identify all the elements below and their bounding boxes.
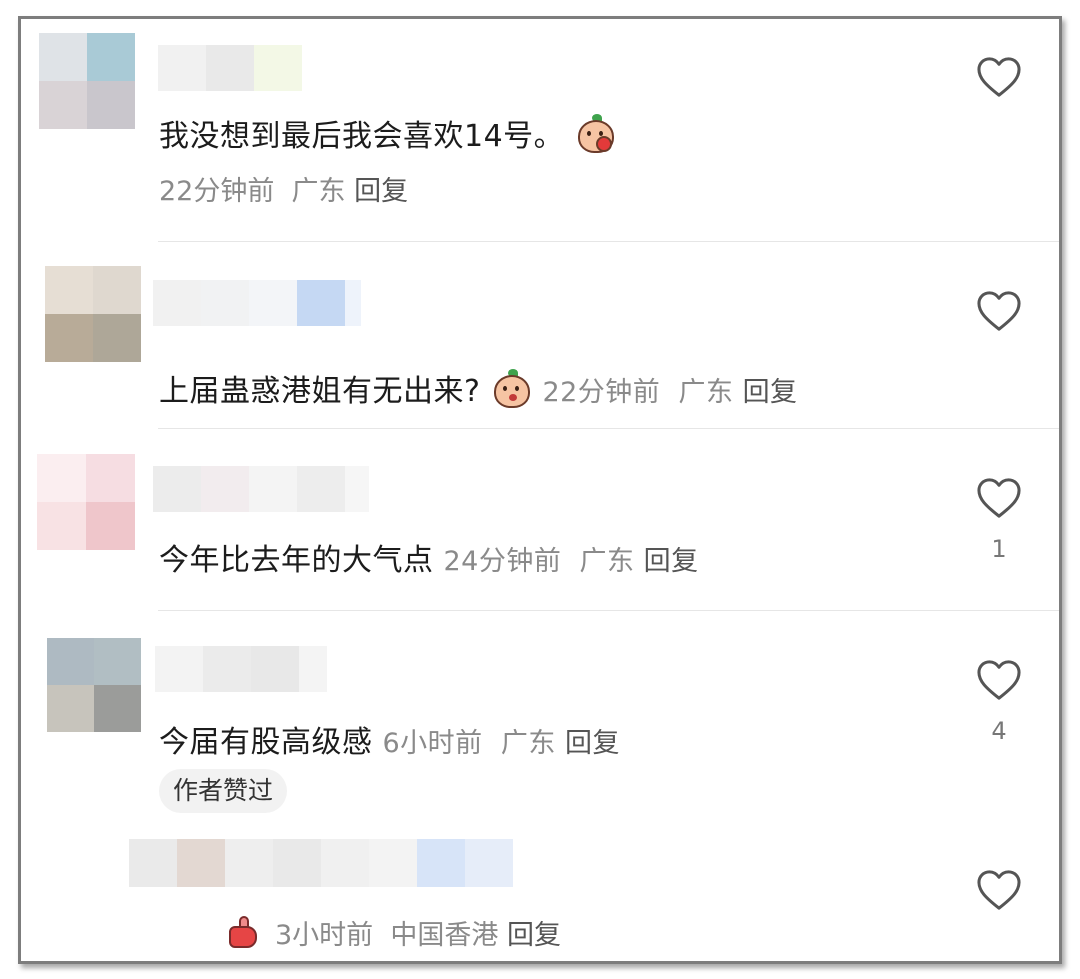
heart-outline-icon[interactable] (976, 869, 1022, 911)
reply-button[interactable]: 回复 (507, 920, 561, 951)
comment-meta: 24分钟前 广东 回复 (444, 546, 699, 577)
heart-outline-icon[interactable] (976, 290, 1022, 332)
comment-location: 广东 (500, 728, 556, 759)
comment-location: 广东 (291, 176, 346, 207)
comment-time: 24分钟前 (443, 546, 562, 577)
reply-button[interactable]: 回复 (644, 546, 699, 577)
avatar[interactable] (39, 33, 135, 129)
comment-text: 我没想到最后我会喜欢14号。 (159, 111, 616, 155)
comment-time: 22分钟前 (159, 176, 275, 207)
reply-button[interactable]: 回复 (354, 176, 408, 207)
blush-kiss-peach-emoji (576, 114, 616, 154)
like-count: 1 (991, 535, 1007, 563)
username[interactable] (158, 45, 302, 91)
avatar[interactable] (45, 266, 141, 362)
thumbs-up-emoji (225, 916, 261, 950)
avatar[interactable] (47, 638, 141, 732)
thinking-peach-emoji (492, 369, 532, 409)
comment-list: 我没想到最后我会喜欢14号。 22分钟前 广东 回复 上届蛊惑港姐有无出来? 22… (18, 16, 1062, 964)
comment-time: 3小时前 (275, 920, 374, 951)
comment-meta: 3小时前 中国香港 回复 (225, 913, 561, 952)
comment-text-content: 今届有股高级感 (159, 725, 373, 760)
comment-text: 上届蛊惑港姐有无出来? 22分钟前 广东 回复 (159, 366, 798, 410)
comment-item: 今年比去年的大气点 24分钟前 广东 回复 1 (21, 429, 1059, 610)
comment-text-content: 上届蛊惑港姐有无出来? (159, 374, 481, 409)
comment-location: 广东 (678, 377, 734, 408)
reply-item: 3小时前 中国香港 回复 (21, 821, 1059, 961)
avatar[interactable] (37, 454, 135, 550)
username[interactable] (129, 839, 513, 887)
comment-text: 今届有股高级感 6小时前 广东 回复 (159, 717, 620, 761)
comment-text-content: 今年比去年的大气点 (159, 543, 434, 578)
username[interactable] (153, 466, 369, 512)
comment-time: 22分钟前 (542, 377, 661, 408)
heart-outline-icon[interactable] (976, 659, 1022, 701)
heart-outline-icon[interactable] (976, 477, 1022, 519)
author-liked-badge: 作者赞过 (159, 769, 288, 813)
username[interactable] (153, 280, 361, 326)
username[interactable] (155, 646, 327, 692)
comment-location: 广东 (579, 546, 635, 577)
comment-location: 中国香港 (390, 920, 499, 951)
comment-meta: 22分钟前 广东 回复 (159, 169, 408, 208)
comment-time: 6小时前 (382, 728, 483, 759)
heart-outline-icon[interactable] (976, 56, 1022, 98)
comment-item: 今届有股高级感 6小时前 广东 回复 作者赞过 4 (21, 611, 1059, 821)
comment-text-content: 我没想到最后我会喜欢14号。 (159, 119, 565, 154)
reply-button[interactable]: 回复 (743, 377, 798, 408)
comment-meta: 22分钟前 广东 回复 (542, 377, 797, 408)
comment-item: 上届蛊惑港姐有无出来? 22分钟前 广东 回复 (21, 242, 1059, 428)
reply-button[interactable]: 回复 (565, 728, 620, 759)
like-count: 4 (991, 717, 1007, 745)
comment-meta: 6小时前 广东 回复 (383, 728, 620, 759)
comment-text: 今年比去年的大气点 24分钟前 广东 回复 (159, 535, 699, 579)
comment-item: 我没想到最后我会喜欢14号。 22分钟前 广东 回复 (21, 19, 1059, 241)
